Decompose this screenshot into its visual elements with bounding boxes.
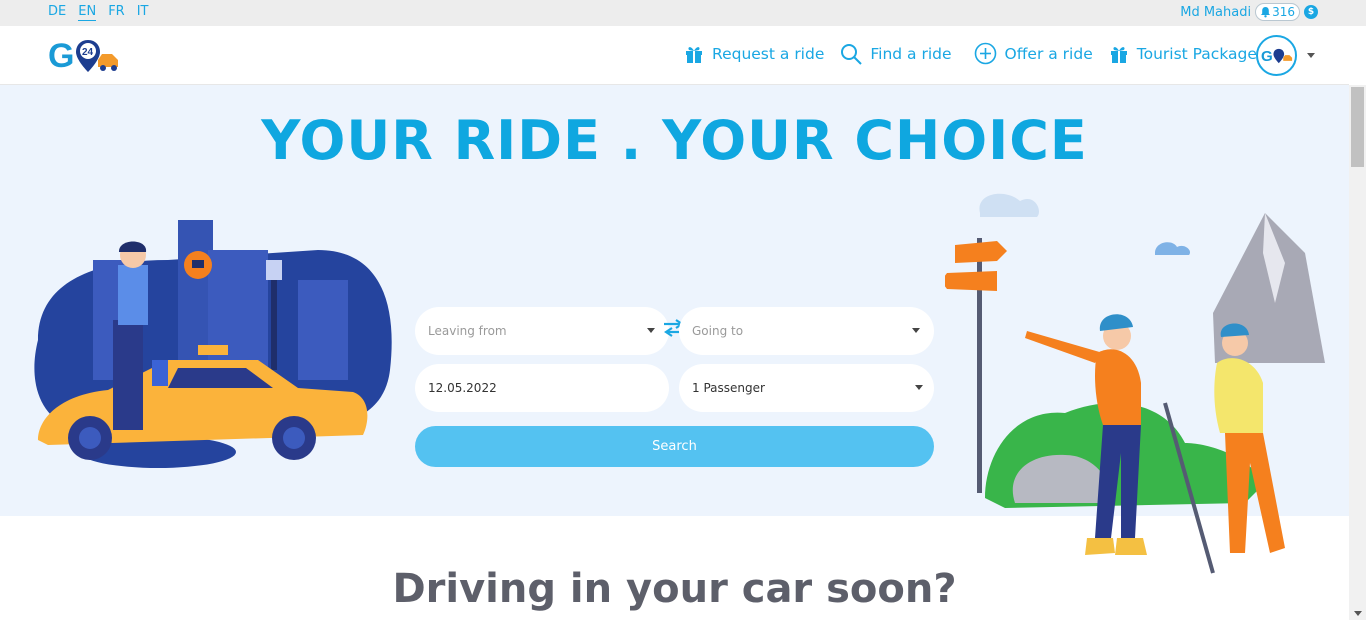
passenger-value: 1 Passenger: [692, 381, 765, 395]
taxi-city-illustration: [34, 220, 392, 468]
search-icon: [841, 43, 863, 65]
gift-icon: [686, 46, 702, 63]
date-input[interactable]: 12.05.2022: [415, 364, 669, 412]
main-navbar: G 24 Request a ride Find a ride Offer a …: [0, 26, 1349, 85]
going-to-label: Going to: [692, 324, 744, 338]
nav-tourist-package-label: Tourist Package: [1136, 44, 1257, 63]
hero-title: YOUR RIDE . YOUR CHOICE: [261, 109, 1088, 172]
svg-text:G: G: [1261, 47, 1273, 64]
lang-de[interactable]: DE: [48, 4, 66, 21]
user-menu-caret[interactable]: [1307, 53, 1315, 58]
leaving-from-label: Leaving from: [428, 324, 507, 338]
avatar-logo-icon: G: [1261, 47, 1292, 64]
nav-find-ride-label: Find a ride: [870, 44, 952, 63]
gift-icon: [1110, 46, 1127, 63]
nav-menu: Request a ride Find a ride Offer a ride: [684, 42, 1273, 65]
lang-it[interactable]: IT: [137, 4, 149, 21]
scroll-down-arrow-icon[interactable]: [1354, 611, 1362, 616]
nav-request-ride-label: Request a ride: [712, 44, 825, 63]
chevron-down-icon: [915, 385, 923, 390]
nav-request-ride[interactable]: Request a ride: [684, 44, 824, 64]
svg-text:G: G: [48, 37, 74, 75]
language-switcher: DE EN FR IT: [48, 4, 148, 21]
lang-en[interactable]: EN: [78, 4, 97, 21]
nav-offer-ride-label: Offer a ride: [1004, 44, 1093, 63]
nav-find-ride[interactable]: Find a ride: [840, 43, 952, 65]
notification-count: 316: [1272, 5, 1295, 19]
top-bar: DE EN FR IT Md Mahadi 316 $: [0, 0, 1366, 26]
plus-circle-icon: [974, 42, 996, 65]
section-title: Driving in your car soon?: [392, 566, 957, 612]
scrollbar-thumb[interactable]: [1351, 87, 1364, 167]
avatar[interactable]: G: [1256, 35, 1297, 76]
bell-icon: [1261, 7, 1271, 18]
search-button[interactable]: Search: [415, 426, 934, 467]
nav-offer-ride[interactable]: Offer a ride: [974, 42, 1093, 65]
coin-icon[interactable]: $: [1304, 5, 1318, 19]
go24-logo[interactable]: G 24: [48, 36, 120, 76]
going-to-select[interactable]: Going to: [679, 307, 934, 355]
notification-badge[interactable]: 316: [1255, 3, 1300, 21]
user-name[interactable]: Md Mahadi: [1180, 5, 1251, 20]
nav-tourist-package[interactable]: Tourist Package: [1109, 44, 1257, 64]
user-box: Md Mahadi 316 $: [1180, 3, 1318, 21]
svg-text:24: 24: [82, 47, 94, 58]
date-value: 12.05.2022: [428, 381, 497, 395]
leaving-from-select[interactable]: Leaving from: [415, 307, 669, 355]
passenger-select[interactable]: 1 Passenger: [679, 364, 934, 412]
chevron-down-icon: [912, 328, 920, 333]
hikers-illustration: [945, 193, 1325, 574]
hero-section: YOUR RIDE . YOUR CHOICE Leaving from Goi…: [0, 85, 1349, 574]
chevron-down-icon: [647, 328, 655, 333]
page-scrollbar[interactable]: [1349, 85, 1366, 620]
lang-fr[interactable]: FR: [108, 4, 125, 21]
